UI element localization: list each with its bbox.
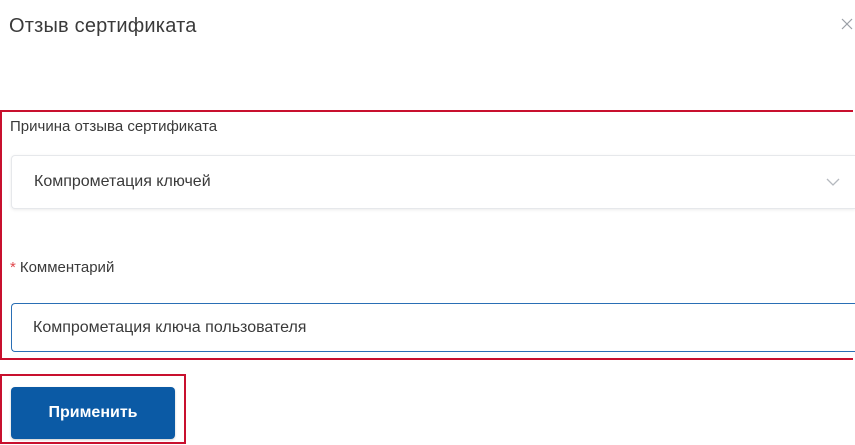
required-mark: * xyxy=(10,259,16,276)
reason-select[interactable]: Компрометация ключей xyxy=(11,155,855,209)
revoke-certificate-dialog: Отзыв сертификата Причина отзыва сертифи… xyxy=(0,0,855,445)
close-icon[interactable] xyxy=(839,16,855,32)
comment-input[interactable] xyxy=(11,303,855,352)
chevron-down-icon xyxy=(826,177,840,187)
reason-label: Причина отзыва сертификата xyxy=(10,118,218,135)
apply-button[interactable]: Применить xyxy=(11,387,175,439)
comment-label-text: Комментарий xyxy=(19,259,115,276)
reason-selected-value: Компрометация ключей xyxy=(34,173,211,190)
dialog-title: Отзыв сертификата xyxy=(9,15,197,37)
comment-label: * Комментарий xyxy=(10,259,114,276)
